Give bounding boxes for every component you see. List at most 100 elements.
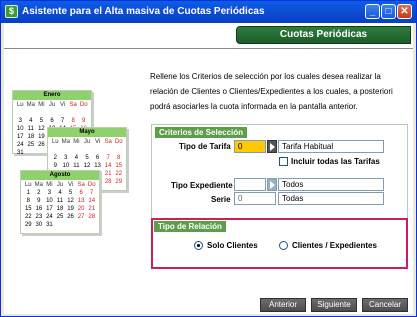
calendar-day: 24 (16, 142, 24, 148)
calendar-day (65, 221, 76, 229)
window-title: Asistente para el Alta masiva de Cuotas … (22, 6, 265, 17)
calendar-day (113, 186, 124, 194)
calendar-day (15, 109, 26, 117)
calendar-day: 20 (77, 206, 85, 212)
serie-code-input[interactable]: 0 (234, 192, 276, 205)
back-button[interactable]: Anterior (260, 298, 306, 312)
clientes-expedientes-label[interactable]: Clientes / Expedientes (292, 241, 377, 250)
close-button[interactable]: ✕ (397, 4, 412, 19)
wizard-body: Cuotas Periódicas Enero Lu Ma Mi Ju Vi Sa Do 3 4 5… (4, 23, 413, 314)
calendar-day: 26 (38, 142, 45, 148)
title-bar[interactable]: $ Asistente para el Alta masiva de Cuota… (1, 1, 416, 23)
calendar-day (71, 146, 82, 154)
calendar-day: 9 (82, 118, 86, 124)
intro-text: Rellene los Criterios de selección por l… (150, 72, 393, 111)
calendar-day: 7 (60, 118, 65, 124)
calendar-day: 18 (56, 206, 64, 212)
wizard-window: $ Asistente para el Alta masiva de Cuota… (0, 0, 417, 317)
tarifa-code-input[interactable]: 0 (234, 140, 266, 153)
calendar-day-header: Do (87, 182, 96, 188)
calendar-day: 10 (16, 126, 24, 132)
calendar-grid: Lu Ma Mi Ju Vi Sa Do 1 2 3 4 5 6 7 8 9 10 11 12 13 14 15 16 17 1… (21, 180, 99, 230)
serie-label: Serie (211, 195, 231, 204)
calendar-day: 29 (115, 179, 123, 185)
calendar-day: 25 (27, 142, 35, 148)
calendar-day (57, 109, 68, 117)
calendar-day: 12 (83, 163, 91, 169)
calendar-day (86, 221, 97, 229)
calendar-day-header: Ma (26, 102, 36, 108)
calendar-day (36, 109, 47, 117)
incluir-tarifas-label: Incluir todas las Tarifas (291, 157, 380, 166)
calendar-day (78, 109, 89, 117)
calendar-day (82, 146, 93, 154)
calendar-day: 10 (62, 163, 70, 169)
calendar-day (68, 109, 79, 117)
calendar-day (113, 146, 124, 154)
calendar-day: 9 (37, 198, 41, 204)
calendar-day: 5 (39, 118, 44, 124)
tarifa-lookup-button[interactable] (267, 140, 277, 153)
calendar-day (92, 146, 103, 154)
calendar-day: 25 (56, 214, 64, 220)
calendar-day: 17 (46, 206, 53, 212)
calendar-august: Agosto Lu Ma Mi Ju Vi Sa Do 1 2 3 4 5 6 7 8 9 10 11 12 13 14 1… (20, 170, 100, 234)
calendar-day: 3 (47, 190, 52, 196)
expediente-label: Tipo Expediente (171, 181, 233, 190)
calendar-month-label: Mayo (48, 128, 126, 137)
calendar-day-header: Ju (48, 102, 56, 108)
calendar-day: 6 (79, 190, 83, 196)
calendar-day-header: Mi (38, 102, 45, 108)
app-icon: $ (5, 5, 18, 18)
cancel-button[interactable]: Cancelar (362, 298, 408, 312)
calendar-day: 27 (77, 214, 85, 220)
clientes-expedientes-radio[interactable] (279, 241, 288, 250)
minimize-button[interactable]: _ (365, 4, 380, 19)
calendar-day: 2 (37, 190, 41, 196)
calendar-day (76, 221, 87, 229)
calendar-day (50, 146, 61, 154)
calendar-day: 8 (26, 198, 30, 204)
calendar-day-header: Sa (77, 182, 85, 188)
calendar-day: 23 (35, 214, 43, 220)
calendar-day: 7 (90, 190, 94, 196)
solo-clientes-label[interactable]: Solo Clientes (207, 241, 258, 250)
calendar-day: 1 (26, 190, 30, 196)
next-button[interactable]: Siguiente (311, 298, 357, 312)
expediente-name-field: Todos (278, 178, 384, 191)
calendar-day: 29 (24, 222, 32, 228)
calendar-month-label: Agosto (21, 171, 99, 180)
calendar-day: 8 (71, 118, 75, 124)
header-divider (4, 48, 413, 50)
calendar-day: 2 (53, 155, 57, 161)
calendar-day: 11 (73, 163, 80, 169)
expediente-code-input[interactable] (234, 178, 266, 191)
calendar-day: 6 (50, 118, 54, 124)
calendar-day: 24 (46, 214, 53, 220)
expediente-lookup-button[interactable] (267, 178, 277, 191)
calendar-day: 18 (27, 134, 35, 140)
calendar-day (26, 109, 37, 117)
tarifa-label: Tipo de Tarifa (179, 142, 231, 151)
solo-clientes-radio[interactable] (194, 241, 203, 250)
serie-name-field: Todas (278, 192, 384, 205)
calendar-day-header: Mi (73, 139, 80, 145)
calendar-day: 3 (18, 118, 22, 124)
criteria-title: Criterios de Selección (155, 127, 248, 138)
calendar-day: 16 (35, 206, 43, 212)
calendar-day: 14 (104, 163, 112, 169)
calendar-day: 13 (94, 163, 101, 169)
calendar-day (103, 146, 114, 154)
calendar-day: 4 (58, 190, 62, 196)
incluir-tarifas-checkbox[interactable] (279, 157, 288, 166)
calendar-day: 31 (46, 222, 53, 228)
calendar-day: 22 (24, 214, 32, 220)
calendar-day (55, 221, 66, 229)
calendar-day: 5 (68, 190, 73, 196)
calendar-day (103, 186, 114, 194)
maximize-button[interactable]: □ (381, 4, 396, 19)
calendar-day-header: Vi (59, 102, 66, 108)
calendar-day: 4 (29, 118, 33, 124)
calendar-day-header: Lu (24, 182, 32, 188)
calendar-day: 8 (117, 155, 121, 161)
